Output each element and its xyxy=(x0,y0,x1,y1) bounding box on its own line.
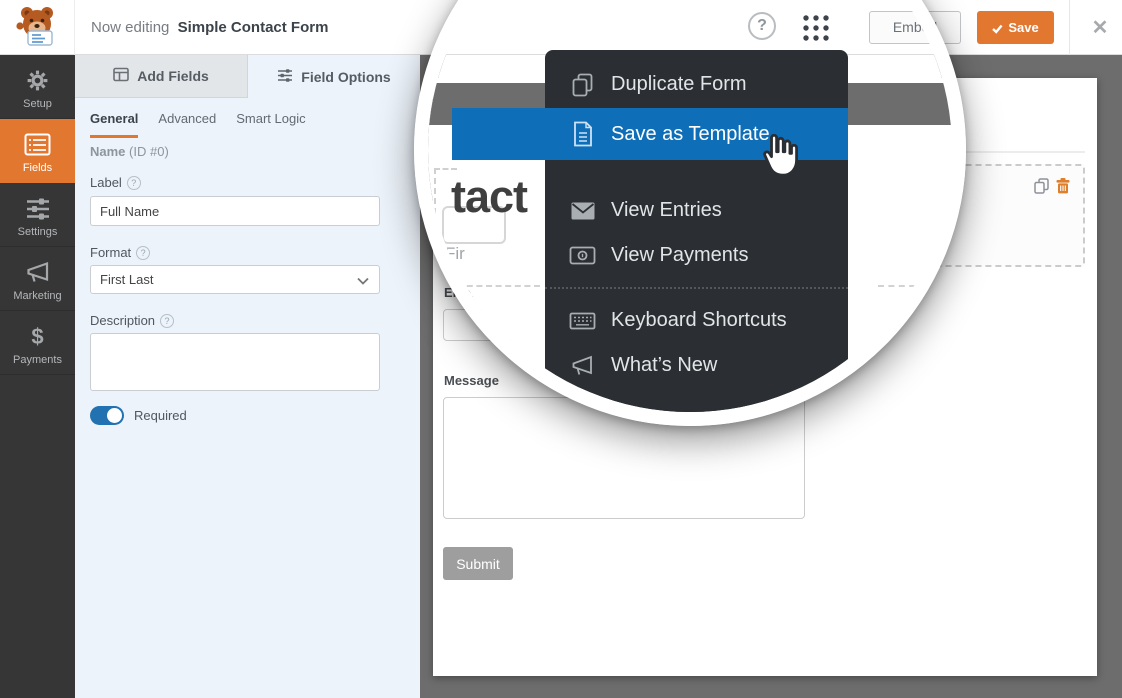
topbar-divider xyxy=(1069,0,1070,55)
tab-add-fields[interactable]: Add Fields xyxy=(75,55,248,98)
hand-cursor-icon xyxy=(758,132,800,183)
description-textarea[interactable] xyxy=(90,333,380,391)
sidebar-item-settings[interactable]: Settings xyxy=(0,183,75,247)
magnified-dashed-border xyxy=(434,168,436,274)
magnified-dashed-border xyxy=(434,168,457,170)
menu-item-whats-new[interactable]: What’s New xyxy=(545,343,848,388)
builder-dropdown-menu-lower: View Entries View Payments xyxy=(545,160,848,412)
logo-box xyxy=(0,0,75,55)
magnified-dashed-border xyxy=(878,285,936,287)
document-icon xyxy=(569,120,596,148)
dollar-icon: $ xyxy=(0,323,75,350)
subtab-general[interactable]: General xyxy=(90,111,138,138)
required-row: Required xyxy=(90,406,187,425)
field-actions xyxy=(1033,177,1071,199)
keyboard-icon xyxy=(569,312,596,330)
menu-item-view-payments[interactable]: View Payments xyxy=(545,233,848,278)
magnifier-content: tact Fir Duplicate Form xyxy=(428,0,952,412)
magnified-title-fragment: tact xyxy=(451,174,527,219)
subtab-advanced[interactable]: Advanced xyxy=(158,111,216,138)
duplicate-field-icon[interactable] xyxy=(1033,177,1050,199)
magnified-dashed-border xyxy=(438,285,540,287)
label-help-icon[interactable]: ? xyxy=(127,176,141,190)
label-row: Label? xyxy=(90,175,141,190)
save-button[interactable]: Save xyxy=(977,11,1054,44)
subtab-smart-logic[interactable]: Smart Logic xyxy=(236,111,305,138)
field-options-panel: Add Fields Field Options General Advance… xyxy=(75,55,420,698)
sidebar-item-marketing[interactable]: Marketing xyxy=(0,247,75,311)
delete-field-trash-icon[interactable] xyxy=(1055,177,1071,199)
tab-field-options[interactable]: Field Options xyxy=(248,55,420,98)
menu-divider xyxy=(545,287,848,289)
submit-button[interactable]: Submit xyxy=(443,547,513,580)
form-name: Simple Contact Form xyxy=(178,19,329,36)
megaphone-icon xyxy=(0,259,75,286)
magnified-sublabel-fragment: Fir xyxy=(445,244,465,264)
format-row: Format? xyxy=(90,245,150,260)
required-toggle[interactable] xyxy=(90,406,124,425)
sidebar-item-fields[interactable]: Fields xyxy=(0,119,75,183)
panel-tabs: Add Fields Field Options xyxy=(75,55,420,98)
menu-item-duplicate-form[interactable]: Duplicate Form xyxy=(545,62,848,107)
close-button[interactable]: ✕ xyxy=(1086,14,1114,42)
required-label: Required xyxy=(134,408,187,423)
money-icon xyxy=(569,246,596,265)
description-row: Description? xyxy=(90,313,174,328)
envelope-icon xyxy=(569,201,596,221)
sidebar-item-payments[interactable]: $ Payments xyxy=(0,311,75,375)
field-id: (ID #0) xyxy=(129,144,169,159)
option-subtabs: General Advanced Smart Logic xyxy=(90,111,306,138)
gear-icon xyxy=(0,67,75,94)
menu-item-view-entries[interactable]: View Entries xyxy=(545,188,848,233)
form-fields-icon xyxy=(0,131,75,158)
magnifier-circle: tact Fir Duplicate Form xyxy=(414,0,966,426)
menu-item-keyboard-shortcuts[interactable]: Keyboard Shortcuts xyxy=(545,298,848,343)
sliders-icon xyxy=(0,195,75,222)
now-editing-text: Now editing Simple Contact Form xyxy=(91,0,328,55)
wpforms-builder: Now editing Simple Contact Form ? Embed … xyxy=(0,0,1122,698)
add-fields-icon xyxy=(113,67,129,85)
field-options-icon xyxy=(277,68,293,86)
field-title: Name (ID #0) xyxy=(90,144,169,159)
copy-icon xyxy=(569,72,596,98)
megaphone-icon xyxy=(569,354,596,378)
chevron-down-icon xyxy=(357,277,369,285)
description-help-icon[interactable]: ? xyxy=(160,314,174,328)
builder-sidebar: Setup Fields Settings xyxy=(0,55,75,698)
sidebar-item-setup[interactable]: Setup xyxy=(0,55,75,119)
format-help-icon[interactable]: ? xyxy=(136,246,150,260)
format-select[interactable]: First Last xyxy=(90,265,380,294)
wpforms-bear-logo-icon xyxy=(15,4,59,51)
label-input[interactable] xyxy=(90,196,380,226)
editing-prefix: Now editing xyxy=(91,19,169,36)
check-icon xyxy=(992,24,1003,34)
